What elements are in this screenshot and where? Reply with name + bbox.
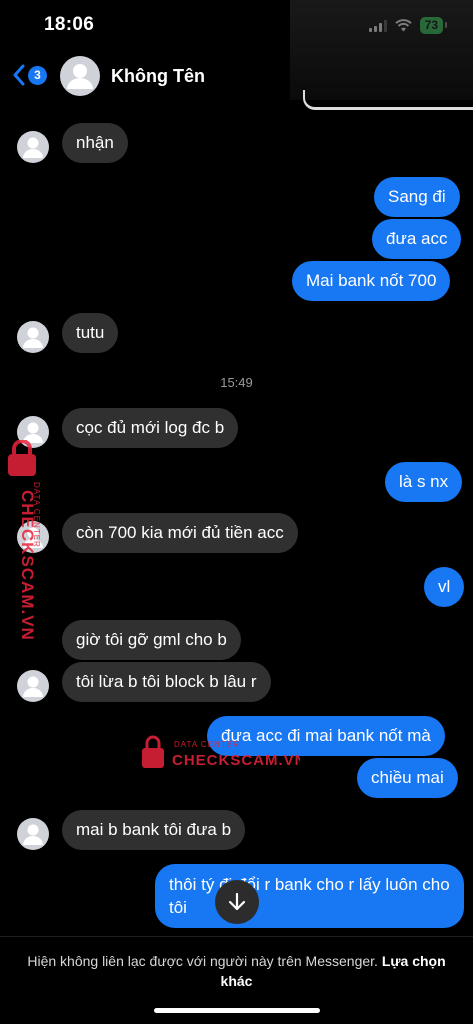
message-outgoing[interactable]: thôi tý đi đổi r bank cho r lấy luôn cho…	[155, 864, 464, 928]
status-time: 18:06	[44, 14, 95, 35]
notice-text-block: Hiện không liên lạc được với người này t…	[20, 951, 453, 991]
avatar[interactable]	[17, 131, 49, 163]
contact-name[interactable]: Không Tên	[111, 66, 205, 87]
checkscam-watermark: CHECKSCAM.VN DATA CENTER	[8, 440, 41, 640]
watermark-tag: DATA CENTER	[174, 740, 240, 749]
message-incoming[interactable]: giờ tôi gỡ gml cho b	[62, 620, 241, 660]
avatar[interactable]	[17, 321, 49, 353]
watermark-tag-vertical: DATA CENTER	[32, 482, 41, 548]
message-outgoing[interactable]: chiều mai	[357, 758, 458, 798]
chat-header: 3 Không Tên	[0, 56, 473, 98]
notice-text: Hiện không liên lạc được với người này t…	[27, 953, 382, 969]
home-indicator[interactable]	[154, 1008, 320, 1013]
message-incoming[interactable]: tôi lừa b tôi block b lâu r	[62, 662, 271, 702]
message-outgoing[interactable]: là s nx	[385, 462, 463, 502]
message-outgoing[interactable]: Mai bank nốt 700	[292, 261, 451, 301]
message-outgoing[interactable]: Sang đi	[374, 177, 460, 217]
avatar[interactable]	[17, 818, 49, 850]
scroll-to-bottom-button[interactable]	[215, 880, 259, 924]
chevron-left-icon	[13, 64, 25, 86]
back-button[interactable]: 3	[12, 64, 47, 86]
avatar[interactable]	[17, 670, 49, 702]
checkscam-watermark: DATA CENTER CHECKSCAM.VN	[142, 735, 300, 769]
message-incoming[interactable]: tutu	[62, 313, 119, 353]
message-outgoing[interactable]: vl	[424, 567, 465, 607]
message-incoming[interactable]: nhận	[62, 123, 128, 163]
message-timestamp: 15:49	[220, 375, 253, 390]
message-incoming[interactable]: cọc đủ mới log đc b	[62, 408, 239, 448]
avatar[interactable]	[60, 56, 100, 96]
unread-badge: 3	[28, 65, 47, 85]
message-outgoing[interactable]: đưa acc	[372, 219, 462, 259]
arrow-down-icon	[228, 892, 246, 911]
message-incoming[interactable]: còn 700 kia mới đủ tiền acc	[62, 513, 298, 553]
watermark-brand: CHECKSCAM.VN	[172, 752, 300, 769]
message-incoming[interactable]: mai b bank tôi đưa b	[62, 810, 246, 850]
